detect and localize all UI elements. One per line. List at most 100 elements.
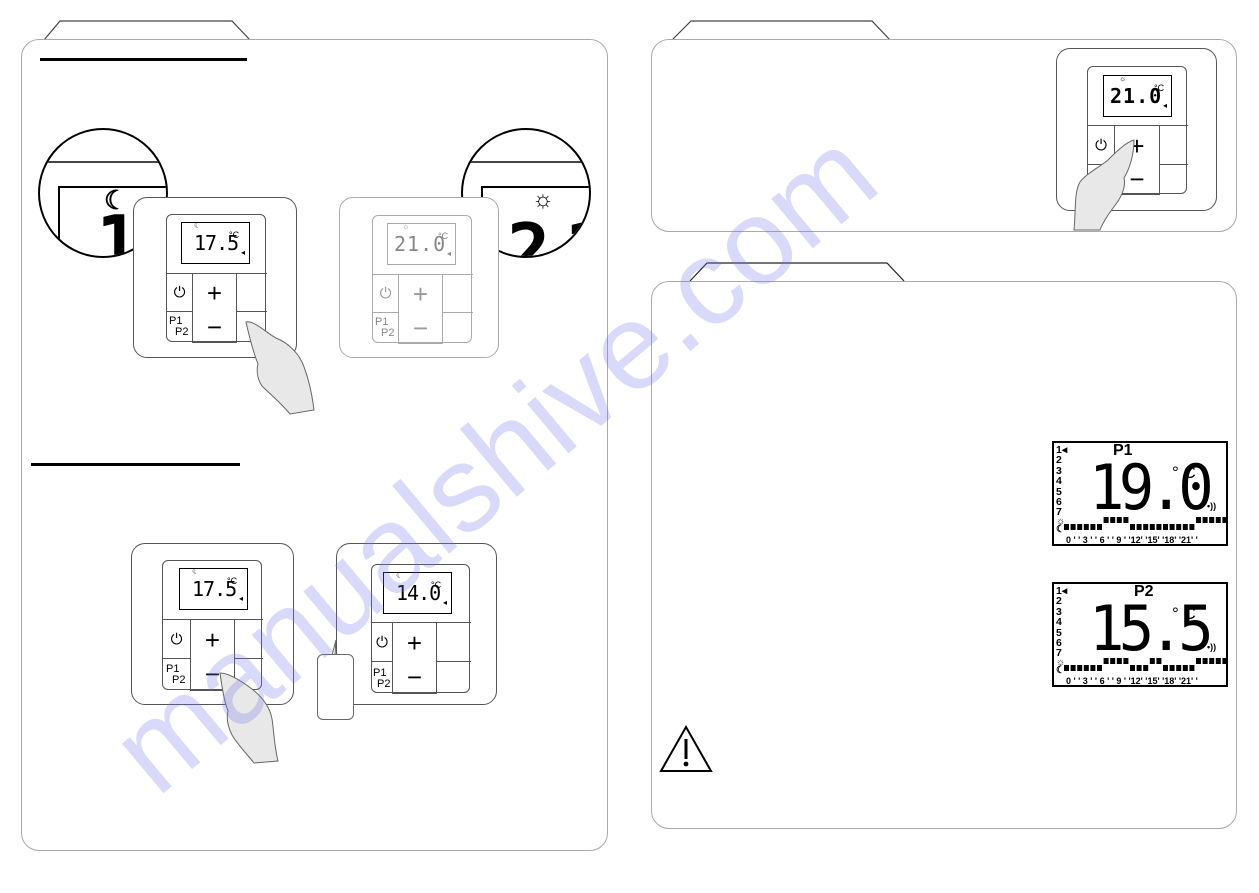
schedule-segment [1215, 658, 1221, 664]
power-icon: ⏻ [173, 284, 186, 301]
power-button[interactable]: ⏻ [373, 274, 399, 313]
schedule-segment [1209, 517, 1215, 523]
schedule-segment [1116, 658, 1122, 664]
schedule-segment [1182, 524, 1188, 530]
schedule-segment [1077, 524, 1083, 530]
minus-icon: − [406, 662, 423, 692]
schedule-segment [1136, 524, 1142, 530]
schedule-segment [1123, 517, 1129, 523]
indicator-arrow: ◂ [241, 248, 246, 257]
indicator-arrow: ◂ [447, 249, 452, 258]
schedule-segment [1110, 517, 1116, 523]
schedule-bar-chart-p2 [1064, 658, 1228, 671]
schedule-segment [1156, 658, 1162, 664]
day-list: 1◂ 2 3 4 5 6 7 [1056, 445, 1067, 518]
signal-icon: •)) [1207, 642, 1217, 652]
minus-icon: − [412, 312, 429, 343]
finger-pointer-icon [219, 672, 279, 764]
schedule-segment [1090, 524, 1096, 530]
minus-icon: − [206, 311, 223, 342]
schedule-segment [1143, 524, 1149, 530]
schedule-segment [1143, 665, 1149, 671]
thermostat-device-faded: ☼ 21.0 °C ◂ ⏻ + − P1 P2 [339, 197, 499, 358]
blank-key-top[interactable] [436, 622, 471, 662]
unit-label: °C [438, 231, 449, 241]
signal-icon: •)) [1207, 501, 1217, 511]
p2-label: P2 [175, 326, 189, 338]
blank-key-top[interactable] [1159, 125, 1188, 165]
schedule-segment [1163, 665, 1168, 671]
schedule-segment [1136, 665, 1142, 671]
right-bottom-panel-tab [689, 262, 905, 282]
schedule-segment [1070, 665, 1076, 671]
day-list: 1◂ 2 3 4 5 6 7 [1056, 586, 1067, 659]
lcd-display-p2: 1◂ 2 3 4 5 6 7 ☼ ☾ P2 15.5 ° C •)) 0 ' '… [1052, 582, 1228, 687]
schedule-segment [1077, 665, 1083, 671]
finger-pointer-icon [245, 321, 315, 415]
schedule-segment [1209, 658, 1215, 664]
plus-button[interactable]: + [190, 619, 235, 660]
unit-label: °C [227, 576, 238, 586]
power-button[interactable]: ⏻ [372, 622, 393, 662]
blank-key-top[interactable] [442, 274, 473, 313]
hour-scale: 0 ' ' 3 ' ' 6 ' ' 9 ' '12' '15' '18' '21… [1066, 676, 1198, 686]
schedule-segment [1182, 665, 1188, 671]
power-icon: ⏻ [379, 285, 392, 302]
plus-button[interactable]: + [192, 273, 237, 313]
schedule-bar-chart-p1 [1064, 517, 1228, 530]
schedule-segment [1130, 665, 1135, 671]
schedule-segment [1176, 665, 1182, 671]
section-heading-underline-2 [31, 463, 240, 466]
plus-icon: + [204, 624, 221, 655]
schedule-segment [1110, 658, 1116, 664]
blank-key-bottom[interactable] [436, 661, 471, 694]
schedule-segment [1163, 524, 1168, 530]
indicator-arrow: ◂ [239, 594, 244, 603]
blank-key-bottom[interactable] [442, 312, 473, 344]
schedule-segment [1064, 665, 1069, 671]
power-icon: ⏻ [376, 633, 388, 651]
warning-icon [659, 724, 713, 772]
sun-icon: ☼ [402, 222, 410, 231]
schedule-segment [1097, 665, 1102, 671]
power-button[interactable]: ⏻ [163, 619, 191, 659]
plus-button[interactable]: + [398, 274, 443, 314]
thermostat-device: ☾ 14.0 °C ◂ ⏻ + − P1 P2 [336, 543, 497, 705]
minus-button[interactable]: − [398, 313, 443, 344]
schedule-segment [1103, 517, 1109, 523]
schedule-segment [1097, 524, 1102, 530]
hour-scale: 0 ' ' 3 ' ' 6 ' ' 9 ' '12' '15' '18' '21… [1066, 535, 1198, 545]
section-heading-underline-1 [40, 58, 247, 61]
plus-button[interactable]: + [392, 622, 437, 663]
schedule-segment [1196, 517, 1201, 523]
blank-key-top[interactable] [236, 273, 267, 312]
moon-icon: ☾ [194, 221, 202, 230]
p2-label: P2 [377, 678, 391, 690]
blank-key-bottom[interactable] [1159, 164, 1188, 195]
finger-pointer-icon [1073, 139, 1135, 231]
minus-button[interactable]: − [192, 312, 237, 343]
indicator-arrow: ◂ [1163, 101, 1168, 110]
indicator-arrow: ◂ [443, 598, 448, 607]
schedule-segment [1156, 524, 1162, 530]
schedule-segment [1083, 665, 1089, 671]
plus-icon: + [406, 627, 423, 658]
schedule-segment [1176, 524, 1182, 530]
schedule-segment [1103, 658, 1109, 664]
schedule-segment [1070, 524, 1076, 530]
schedule-segment [1189, 665, 1195, 671]
schedule-segment [1116, 517, 1122, 523]
callout-bubble [317, 654, 354, 720]
schedule-segment [1149, 658, 1155, 664]
schedule-segment [1222, 517, 1228, 523]
unit-label: °C [1154, 83, 1165, 93]
moon-icon: ☾ [396, 571, 404, 580]
schedule-segment [1090, 665, 1096, 671]
schedule-segment [1149, 524, 1155, 530]
power-button[interactable]: ⏻ [167, 273, 193, 312]
unit-label: ° C [1172, 604, 1196, 623]
schedule-segment [1189, 524, 1195, 530]
minus-button[interactable]: − [392, 662, 437, 694]
blank-key-top[interactable] [234, 619, 263, 659]
unit-label: °C [229, 230, 240, 240]
